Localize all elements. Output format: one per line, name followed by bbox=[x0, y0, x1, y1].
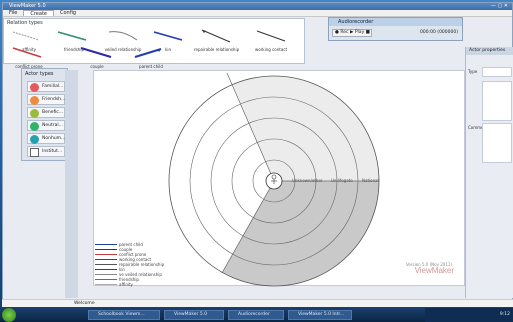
window-title: ViewMaker 5.0 bbox=[9, 3, 46, 9]
audiorecorder-window: Audiorecorder ● Rec ▶ Play ■ 000:00 (000… bbox=[328, 17, 463, 41]
actor-properties-panel: Actor properties Type Comments bbox=[465, 47, 513, 298]
actor-circle-icon bbox=[30, 109, 39, 118]
actor-circle-icon bbox=[30, 122, 39, 131]
relation-friendship[interactable]: friendship bbox=[52, 28, 96, 52]
actor-friendship[interactable]: Friendsh... bbox=[27, 94, 65, 105]
comments-field[interactable] bbox=[482, 123, 512, 163]
actor-label: Neutral... bbox=[42, 123, 63, 128]
system-tray[interactable]: 9:12 bbox=[425, 308, 513, 322]
working-contact-line-icon bbox=[256, 30, 286, 42]
type-field[interactable] bbox=[482, 67, 512, 77]
sector-label-national: National bbox=[362, 178, 379, 183]
relation-working-contact[interactable]: working contact bbox=[249, 28, 293, 52]
actor-label: Familial... bbox=[42, 84, 64, 89]
actor-label: Institut... bbox=[42, 149, 63, 154]
actor-types-panel: Actor types Familial... Friendsh... Bene… bbox=[21, 68, 68, 161]
actor-circle-icon bbox=[30, 83, 39, 92]
relation-affinity[interactable]: affinity bbox=[7, 28, 51, 52]
relation-label: working contact bbox=[254, 47, 288, 52]
relation-panel-title: Relation types bbox=[7, 20, 43, 26]
taskbar-item[interactable]: ViewMaker 5.0 Intr... bbox=[288, 310, 352, 320]
relation-label: parent child bbox=[139, 64, 163, 69]
actor-square-icon bbox=[30, 148, 39, 157]
parent-child-line-icon bbox=[134, 48, 162, 58]
menu-config[interactable]: Config bbox=[54, 10, 82, 16]
actor-panel-title: Actor types bbox=[25, 71, 54, 77]
relation-types-panel: Relation types affinity friendship veile… bbox=[3, 18, 305, 69]
veiled-line-icon bbox=[108, 31, 138, 41]
couple-line-icon bbox=[80, 47, 112, 58]
type-list[interactable] bbox=[482, 81, 512, 121]
taskbar-item[interactable]: Schoolbook Viewm... bbox=[88, 310, 160, 320]
recorder-time: 000:00 (000000) bbox=[420, 30, 458, 35]
conflict-prone-line-icon bbox=[12, 47, 42, 58]
legend-item: affinity bbox=[95, 282, 185, 287]
taskbar-item[interactable]: ViewMaker 5.0 bbox=[164, 310, 224, 320]
properties-title: Actor properties bbox=[466, 47, 513, 55]
relation-parent-child[interactable]: parent child bbox=[129, 45, 173, 69]
actor-nonhuman[interactable]: Nonhum... bbox=[27, 133, 65, 144]
actor-institutional[interactable]: Institut... bbox=[27, 146, 65, 157]
relation-label: repairable relationship bbox=[194, 47, 240, 52]
kin-line-icon bbox=[153, 31, 183, 41]
menu-create[interactable]: Create bbox=[23, 10, 54, 17]
window-controls[interactable]: — ▢ ✕ bbox=[491, 3, 508, 10]
actor-beneficial[interactable]: Benefic... bbox=[27, 107, 65, 118]
relation-repairable[interactable]: repairable relationship bbox=[194, 28, 239, 52]
network-map-canvas[interactable]: Unknown/other Unilifegate National paren… bbox=[93, 70, 465, 287]
relation-veiled[interactable]: veiled relationship bbox=[101, 28, 145, 52]
status-text: Welcome bbox=[74, 301, 95, 306]
actor-circle-icon bbox=[30, 96, 39, 105]
recorder-controls[interactable]: ● Rec ▶ Play ■ bbox=[332, 29, 372, 37]
menu-bar: File Create Config bbox=[3, 10, 512, 17]
type-label: Type bbox=[468, 69, 478, 74]
actor-label: Nonhum... bbox=[42, 136, 66, 141]
relation-conflict-prone[interactable]: conflict prone bbox=[7, 45, 51, 69]
window-titlebar[interactable]: ViewMaker 5.0 — ▢ ✕ bbox=[3, 3, 512, 10]
affinity-line-icon bbox=[12, 31, 40, 41]
actor-circle-icon bbox=[30, 135, 39, 144]
sector-label-unknown: Unknown/other bbox=[292, 178, 323, 183]
relation-couple[interactable]: couple bbox=[75, 45, 119, 69]
friendship-line-icon bbox=[57, 31, 87, 41]
actor-neutral[interactable]: Neutral... bbox=[27, 120, 65, 131]
menu-file[interactable]: File bbox=[3, 10, 23, 16]
relation-legend: parent child couple conflict prone worki… bbox=[95, 242, 185, 287]
tray-time: 9:12 bbox=[499, 312, 510, 317]
start-button[interactable] bbox=[2, 308, 16, 322]
repairable-line-icon bbox=[201, 29, 231, 43]
relation-kin[interactable]: kin bbox=[146, 28, 190, 52]
recorder-title[interactable]: Audiorecorder bbox=[329, 18, 462, 26]
taskbar-item[interactable]: Audiorecorder bbox=[228, 310, 284, 320]
actor-label: Benefic... bbox=[42, 110, 64, 115]
status-bar: Welcome bbox=[2, 299, 513, 307]
actor-familial[interactable]: Familial... bbox=[27, 81, 65, 92]
relation-label: couple bbox=[90, 64, 104, 69]
sector-label-unilifegate: Unilifegate bbox=[331, 178, 353, 183]
actor-label: Friendsh... bbox=[42, 97, 66, 102]
left-sidebar bbox=[65, 70, 78, 298]
viewmaker-logo: ViewMaker bbox=[414, 266, 454, 275]
taskbar: Schoolbook Viewm... ViewMaker 5.0 Audior… bbox=[0, 308, 513, 322]
